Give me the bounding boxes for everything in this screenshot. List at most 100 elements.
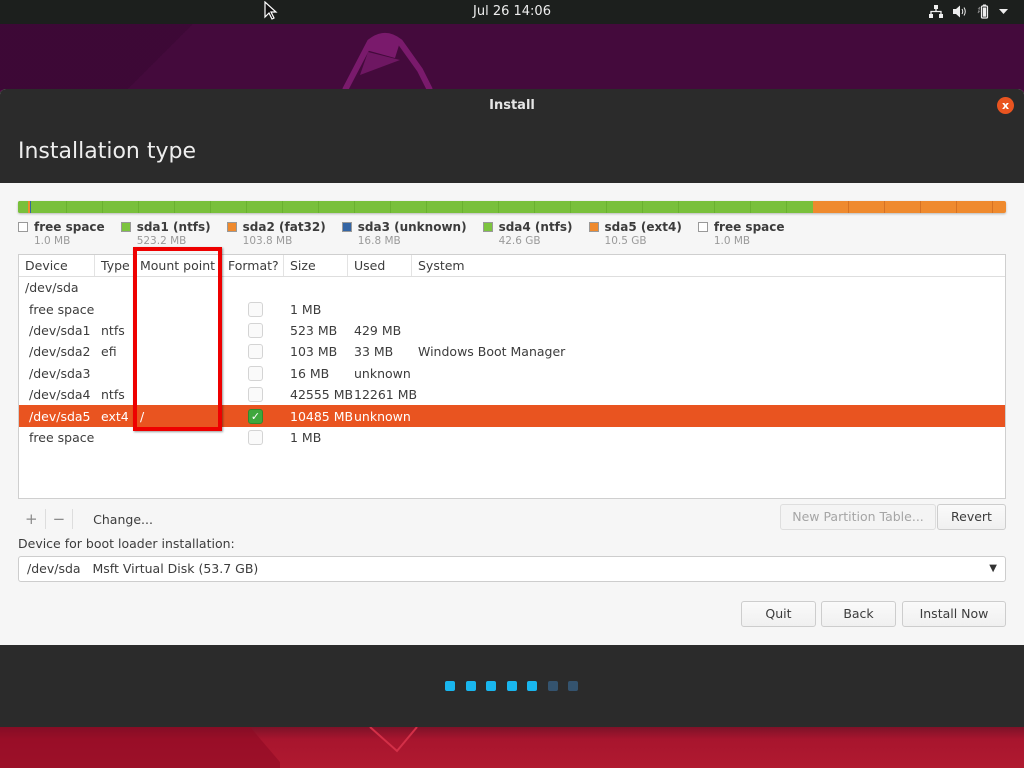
partition-legend: free space 1.0 MB sda1 (ntfs) 523.2 MB sda2 … xyxy=(18,220,801,247)
cell-type: efi xyxy=(101,344,117,360)
desktop-wallpaper-bottom xyxy=(0,727,1024,768)
table-body: /dev/sda free space 1 MB/dev/sda1 ntfs 523 M… xyxy=(19,277,1005,448)
format-cell xyxy=(222,387,284,403)
add-partition-button[interactable]: + xyxy=(18,509,46,529)
header-size[interactable]: Size xyxy=(284,255,348,276)
close-button[interactable]: x xyxy=(997,97,1014,114)
format-cell xyxy=(222,322,284,338)
remove-partition-button[interactable]: − xyxy=(46,509,74,529)
partition-bar-segment xyxy=(18,201,28,213)
format-checkbox[interactable] xyxy=(248,387,263,403)
partition-bar-segment xyxy=(30,201,813,213)
legend-size: 16.8 MB xyxy=(357,235,401,247)
quit-button[interactable]: Quit xyxy=(741,601,816,627)
cell-used: unknown xyxy=(354,365,411,381)
partition-bar xyxy=(18,201,1006,213)
legend-label: sda2 (fat32) xyxy=(242,220,326,234)
battery-icon[interactable] xyxy=(977,4,989,19)
change-partition-button[interactable]: Change... xyxy=(73,512,153,527)
cell-size: 1 MB xyxy=(290,429,322,445)
cell-used: unknown xyxy=(354,408,411,424)
header-type[interactable]: Type xyxy=(95,255,134,276)
cell-device: /dev/sda3 xyxy=(29,365,91,381)
dropdown-arrow-icon: ▼ xyxy=(989,563,997,574)
table-row[interactable]: /dev/sda3 16 MB unknown xyxy=(19,363,1005,384)
volume-icon[interactable] xyxy=(953,5,967,18)
revert-button[interactable]: Revert xyxy=(937,504,1006,530)
cell-size: 10485 MB xyxy=(290,408,354,424)
progress-step-dot xyxy=(568,681,578,691)
format-cell xyxy=(222,344,284,360)
cell-device: /dev/sda1 xyxy=(29,322,91,338)
format-checkbox[interactable] xyxy=(248,301,263,317)
system-menu-arrow-icon[interactable] xyxy=(999,8,1008,15)
table-row[interactable]: /dev/sda1 ntfs 523 MB 429 MB xyxy=(19,320,1005,341)
table-row[interactable]: /dev/sda4 ntfs 42555 MB 12261 MB xyxy=(19,384,1005,405)
legend-size: 1.0 MB xyxy=(34,235,71,247)
cell-type: ntfs xyxy=(101,322,125,338)
format-cell xyxy=(222,365,284,381)
install-now-button[interactable]: Install Now xyxy=(902,601,1006,627)
cell-type: ext4 xyxy=(101,408,129,424)
table-row[interactable]: free space 1 MB xyxy=(19,427,1005,448)
format-cell: ✓ xyxy=(222,408,284,424)
legend-label: sda5 (ext4) xyxy=(604,220,682,234)
header-device[interactable]: Device xyxy=(19,255,95,276)
cell-device: /dev/sda2 xyxy=(29,344,91,360)
bootloader-device-select[interactable]: /dev/sda Msft Virtual Disk (53.7 GB) ▼ xyxy=(18,556,1006,582)
bootloader-label: Device for boot loader installation: xyxy=(18,536,235,551)
window-title: Install xyxy=(489,98,535,113)
header-mount-point[interactable]: Mount point xyxy=(134,255,222,276)
system-tray[interactable] xyxy=(929,4,1008,19)
legend-swatch-icon xyxy=(341,222,352,232)
legend-item: sda3 (unknown) 16.8 MB xyxy=(341,220,467,247)
progress-step-dot xyxy=(445,681,455,691)
legend-swatch-icon xyxy=(226,222,237,232)
legend-label: free space xyxy=(34,220,105,234)
progress-step-dot xyxy=(465,681,476,691)
legend-swatch-icon xyxy=(482,222,493,232)
table-row[interactable]: /dev/sda xyxy=(19,277,1005,298)
new-partition-table-button[interactable]: New Partition Table... xyxy=(780,504,936,530)
bootloader-device-value: /dev/sda Msft Virtual Disk (53.7 GB) xyxy=(27,561,259,576)
header-system[interactable]: System xyxy=(412,255,1005,276)
table-row[interactable]: /dev/sda5 ext4 / ✓ 10485 MB unknown xyxy=(19,405,1005,427)
installer-progress-panel xyxy=(0,645,1024,727)
legend-size: 523.2 MB xyxy=(136,235,187,247)
format-checkbox[interactable] xyxy=(248,344,263,360)
legend-label: sda1 (ntfs) xyxy=(136,220,211,234)
legend-swatch-icon xyxy=(120,222,131,232)
format-checkbox[interactable]: ✓ xyxy=(248,408,263,424)
partition-toolbar: + − Change... xyxy=(18,507,153,531)
window-titlebar[interactable]: Install x Installation type xyxy=(0,89,1024,183)
cell-type: ntfs xyxy=(101,387,125,403)
cell-size: 1 MB xyxy=(290,301,322,317)
legend-label: free space xyxy=(713,220,785,234)
legend-size: 103.8 MB xyxy=(242,235,293,247)
format-cell xyxy=(222,429,284,445)
back-button[interactable]: Back xyxy=(821,601,896,627)
clock[interactable]: Jul 26 14:06 xyxy=(0,4,1024,19)
progress-step-dot xyxy=(506,681,517,691)
progress-step-dot xyxy=(547,681,558,691)
desktop-wallpaper-top xyxy=(0,24,1024,90)
partition-table[interactable]: Device Type Mount point Format? Size Use… xyxy=(18,254,1006,499)
header-used[interactable]: Used xyxy=(348,255,412,276)
legend-size: 10.5 GB xyxy=(604,235,647,247)
legend-item: free space 1.0 MB xyxy=(697,220,785,247)
cell-device: /dev/sda4 xyxy=(29,387,91,403)
page-title: Installation type xyxy=(18,139,196,164)
table-row[interactable]: /dev/sda2 efi 103 MB 33 MB Windows Boot Mana… xyxy=(19,341,1005,362)
format-checkbox[interactable] xyxy=(248,429,263,445)
format-checkbox[interactable] xyxy=(248,365,263,381)
legend-size: 1.0 MB xyxy=(713,235,751,247)
table-row[interactable]: free space 1 MB xyxy=(19,298,1005,319)
legend-swatch-icon xyxy=(697,222,708,232)
legend-swatch-icon xyxy=(588,222,599,232)
legend-item: sda5 (ext4) 10.5 GB xyxy=(588,220,682,247)
format-checkbox[interactable] xyxy=(248,322,263,338)
header-format[interactable]: Format? xyxy=(222,255,284,276)
network-icon[interactable] xyxy=(929,5,943,18)
cell-device: /dev/sda xyxy=(25,280,79,296)
step-progress-indicator xyxy=(445,681,578,691)
